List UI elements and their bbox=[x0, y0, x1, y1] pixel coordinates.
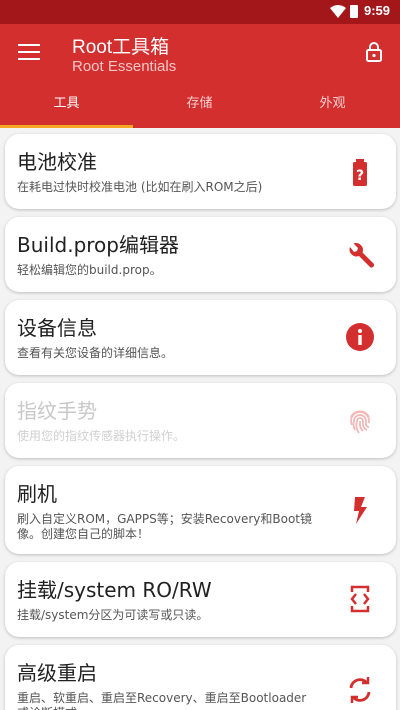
tool-title: Build.prop编辑器 bbox=[17, 233, 179, 257]
app-bar: Root工具箱 Root Essentials 工具 存储 外观 bbox=[0, 24, 400, 128]
tool-title: 电池校准 bbox=[17, 150, 97, 174]
tool-card-fingerprint-gestures[interactable]: 指纹手势 使用您的指纹传感器执行操作。 bbox=[5, 383, 396, 458]
tools-list: 电池校准 在耗电过快时校准电池 (比如在刷入ROM之后) ? Build.pro… bbox=[0, 128, 400, 710]
tool-card-flash[interactable]: 刷机 刷入自定义ROM，GAPPS等；安装Recovery和Boot镜像。创建您… bbox=[5, 466, 396, 554]
fingerprint-icon bbox=[350, 410, 370, 434]
tab-bar: 工具 存储 外观 bbox=[0, 92, 400, 128]
flash-icon bbox=[354, 497, 367, 524]
tool-description: 使用您的指纹传感器执行操作。 bbox=[17, 429, 186, 443]
tool-card-advanced-reboot[interactable]: 高级重启 重启、软重启、重启至Recovery、重启至Bootloader或诊断… bbox=[5, 645, 396, 710]
menu-button[interactable] bbox=[18, 44, 40, 62]
tool-description: 刷入自定义ROM，GAPPS等；安装Recovery和Boot镜像。创建您自己的… bbox=[17, 512, 312, 541]
menu-icon-line bbox=[18, 51, 40, 53]
battery-alert-icon: ? bbox=[353, 159, 367, 186]
tool-title: 挂载/system RO/RW bbox=[17, 578, 212, 602]
tool-card-device-info[interactable]: 设备信息 查看有关您设备的详细信息。 bbox=[5, 300, 396, 375]
menu-icon-line bbox=[18, 44, 40, 46]
tool-card-build-prop-editor[interactable]: Build.prop编辑器 轻松编辑您的build.prop。 bbox=[5, 217, 396, 292]
tool-title: 高级重启 bbox=[17, 661, 97, 685]
tool-title: 刷机 bbox=[17, 482, 57, 506]
status-bar: 9:59 bbox=[0, 0, 400, 24]
app-subtitle: Root Essentials bbox=[72, 58, 177, 75]
svg-text:?: ? bbox=[356, 168, 364, 184]
tool-description: 轻松编辑您的build.prop。 bbox=[17, 263, 162, 277]
tool-title: 设备信息 bbox=[17, 316, 97, 340]
battery-icon bbox=[350, 5, 358, 18]
tool-description: 查看有关您设备的详细信息。 bbox=[17, 346, 174, 360]
mount-icon bbox=[350, 585, 370, 613]
app-title: Root工具箱 bbox=[72, 37, 170, 58]
tab-storage[interactable]: 存储 bbox=[133, 92, 266, 128]
wrench-icon bbox=[349, 243, 374, 268]
info-icon bbox=[346, 323, 374, 351]
menu-icon-line bbox=[18, 58, 40, 60]
tool-description: 在耗电过快时校准电池 (比如在刷入ROM之后) bbox=[17, 180, 263, 194]
lock-icon[interactable] bbox=[362, 40, 386, 64]
tool-description: 重启、软重启、重启至Recovery、重启至Bootloader或诊断模式 bbox=[17, 691, 307, 710]
restart-icon bbox=[349, 677, 371, 703]
tool-title: 指纹手势 bbox=[17, 399, 97, 423]
tab-appearance[interactable]: 外观 bbox=[266, 92, 399, 128]
wifi-icon bbox=[330, 5, 346, 18]
tool-card-mount-system[interactable]: 挂载/system RO/RW 挂载/system分区为可读写或只读。 bbox=[5, 562, 396, 637]
status-time: 9:59 bbox=[363, 3, 390, 18]
tab-tools[interactable]: 工具 bbox=[0, 92, 133, 128]
tool-card-battery-calibration[interactable]: 电池校准 在耗电过快时校准电池 (比如在刷入ROM之后) ? bbox=[5, 134, 396, 209]
tool-description: 挂载/system分区为可读写或只读。 bbox=[17, 608, 209, 622]
